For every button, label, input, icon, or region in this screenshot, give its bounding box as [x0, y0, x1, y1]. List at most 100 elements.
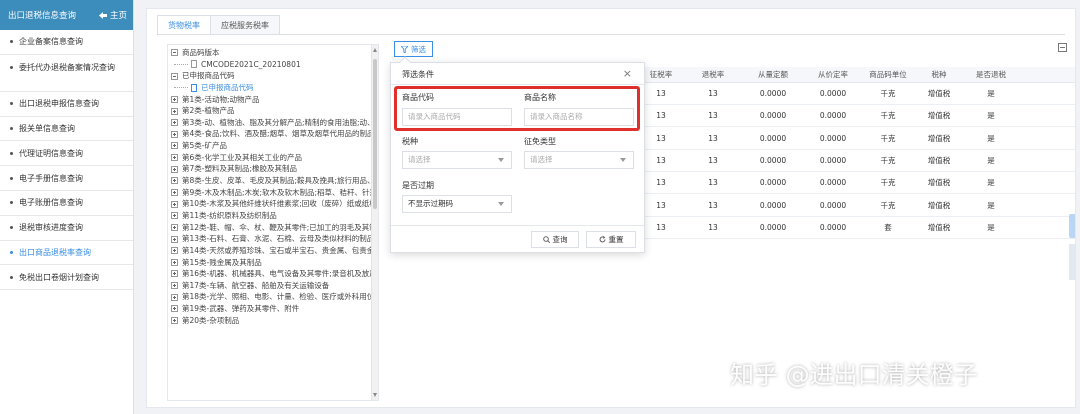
tree-scrollbar[interactable] — [371, 45, 378, 400]
expired-select[interactable]: 不显示过期码 — [402, 195, 512, 213]
funnel-icon — [401, 45, 408, 53]
tree-node[interactable]: 第19类-武器、弹药及其零件、附件 — [168, 303, 373, 315]
tree-node[interactable]: 第5类-矿产品 — [168, 140, 373, 152]
column-header[interactable]: 退税率 — [693, 67, 733, 83]
sidebar-item-declaration-info[interactable]: 出口退税申报信息查询 — [0, 92, 133, 117]
tab-service-rate[interactable]: 应税服务税率 — [210, 15, 280, 34]
table-cell: 13 — [708, 200, 718, 210]
table-cell: 13 — [708, 111, 718, 121]
levy-type-select[interactable]: 请选择 — [524, 151, 634, 169]
expand-icon[interactable] — [171, 200, 178, 208]
export-icon[interactable] — [1058, 43, 1067, 52]
tree-node[interactable]: 第11类-纺织原料及纺织制品 — [168, 210, 373, 222]
tree-node[interactable]: 商品码版本 — [168, 47, 373, 59]
sidebar-item-customs-declaration[interactable]: 报关单信息查询 — [0, 117, 133, 142]
column-header[interactable]: 商品码单位 — [863, 67, 913, 83]
table-cell: 13 — [656, 222, 666, 232]
tree-node-label: 第8类-生皮、皮革、毛皮及其制品;鞍具及挽具;旅行用品、手提包 — [182, 176, 373, 186]
tree-node[interactable]: 第15类-贱金属及其制品 — [168, 257, 373, 269]
expand-icon[interactable] — [171, 107, 178, 115]
expand-icon[interactable] — [171, 130, 178, 138]
scroll-down-icon[interactable] — [373, 393, 377, 397]
expand-icon[interactable] — [171, 212, 178, 220]
tree-node[interactable]: 第14类-天然或养殖珍珠、宝石或半宝石、贵金属、包贵金属 — [168, 245, 373, 257]
home-link[interactable]: 主页 — [98, 9, 127, 21]
sidebar-item-agency-record[interactable]: 委托代办退税备案情况查询 — [0, 55, 133, 92]
expand-icon[interactable] — [171, 247, 178, 255]
sidebar-item-cigarette-plan[interactable]: 免税出口卷烟计划查询 — [0, 265, 133, 291]
tree-node[interactable]: 第17类-车辆、航空器、船舶及有关运输设备 — [168, 280, 373, 292]
tree-node-label: 已申报商品代码 — [182, 71, 235, 81]
tree-node[interactable]: 第16类-机器、机械器具、电气设备及其零件;录音机及放声机 — [168, 268, 373, 280]
expand-icon[interactable] — [171, 142, 178, 150]
expand-icon[interactable] — [171, 119, 178, 127]
tree-node[interactable]: 第20类-杂项制品 — [168, 315, 373, 327]
column-header[interactable]: 从价定率 — [808, 67, 858, 83]
expand-icon[interactable] — [171, 235, 178, 243]
column-header[interactable]: 是否退税 — [966, 67, 1016, 83]
table-cell: 0.0000 — [819, 111, 847, 121]
side-handle[interactable] — [1069, 214, 1075, 238]
expand-icon[interactable] — [171, 317, 178, 325]
column-header[interactable]: 税种 — [914, 67, 964, 83]
tree-node[interactable]: 第2类-植物产品 — [168, 105, 373, 117]
tree-node[interactable]: 第12类-鞋、帽、伞、杖、鞭及其零件;已加工的羽毛及其制品 — [168, 222, 373, 234]
highlight-box — [394, 86, 640, 131]
tree-node-label: 第17类-车辆、航空器、船舶及有关运输设备 — [182, 280, 330, 290]
expand-icon[interactable] — [171, 154, 178, 162]
sidebar-item-review-progress[interactable]: 退税审核进度查询 — [0, 216, 133, 241]
collapse-icon[interactable] — [171, 49, 178, 57]
expand-icon[interactable] — [171, 223, 178, 231]
expand-icon[interactable] — [171, 270, 178, 278]
tree-node[interactable]: 第6类-化学工业及其相关工业的产品 — [168, 152, 373, 164]
expand-icon[interactable] — [171, 165, 178, 173]
tree-node-label: 第12类-鞋、帽、伞、杖、鞭及其零件;已加工的羽毛及其制品 — [182, 222, 373, 232]
tree-node[interactable]: 第13类-石料、石膏、水泥、石棉、云母及类似材料的制品 — [168, 233, 373, 245]
tax-type-select[interactable]: 请选择 — [402, 151, 512, 169]
table-cell: 13 — [656, 133, 666, 143]
sidebar-item-e-account[interactable]: 电子账册信息查询 — [0, 191, 133, 216]
tree-node[interactable]: 第10类-木浆及其他纤维状纤维素浆;回收（废碎）纸或纸板 — [168, 198, 373, 210]
tree-node[interactable]: CMCODE2021C_20210801 — [168, 59, 373, 71]
tree-node[interactable]: 第9类-木及木制品;木炭;软木及软木制品;稻草、秸秆、针茅 — [168, 187, 373, 199]
tree-node[interactable]: 第3类-动、植物油、脂及其分解产品;精制的食用油脂;动、植物蜡 — [168, 117, 373, 129]
table-cell: 增值税 — [927, 178, 951, 188]
tree-node[interactable]: 第7类-塑料及其制品;橡胶及其制品 — [168, 163, 373, 175]
sidebar: 出口退税信息查询 主页 企业备案信息查询 委托代办退税备案情况查询 出口退税申报… — [0, 0, 134, 414]
expand-icon[interactable] — [171, 293, 178, 301]
scroll-up-icon[interactable] — [373, 48, 377, 52]
tree-node[interactable]: 已申报商品代码 — [168, 82, 373, 94]
table-cell: 套 — [884, 222, 892, 232]
bullet-icon — [10, 102, 13, 106]
expand-icon[interactable] — [171, 95, 178, 103]
tree-node[interactable]: 第4类-食品;饮料、酒及醋;烟草、烟草及烟草代用品的制品 — [168, 128, 373, 140]
expand-icon[interactable] — [171, 282, 178, 290]
sidebar-item-label: 电子手册信息查询 — [19, 173, 83, 183]
close-icon[interactable]: × — [623, 67, 632, 80]
column-header[interactable]: 从量定额 — [748, 67, 798, 83]
expand-icon[interactable] — [171, 258, 178, 266]
expand-icon[interactable] — [171, 177, 178, 185]
sidebar-item-e-handbook[interactable]: 电子手册信息查询 — [0, 166, 133, 191]
tree-node[interactable]: 第1类-活动物;动物产品 — [168, 94, 373, 106]
tree-node[interactable]: 第8类-生皮、皮革、毛皮及其制品;鞍具及挽具;旅行用品、手提包 — [168, 175, 373, 187]
sidebar-item-label: 出口商品退税率查询 — [19, 247, 91, 257]
query-button[interactable]: 查询 — [531, 231, 579, 248]
table-cell: 千克 — [880, 89, 896, 98]
sidebar-item-enterprise-record[interactable]: 企业备案信息查询 — [0, 30, 133, 55]
tab-goods-rate[interactable]: 货物税率 — [157, 15, 211, 34]
collapse-icon[interactable] — [171, 72, 178, 80]
table-cell: 0.0000 — [759, 111, 787, 121]
expand-icon[interactable] — [171, 189, 178, 196]
scroll-thumb[interactable] — [373, 59, 377, 209]
sidebar-item-agency-certificate[interactable]: 代理证明信息查询 — [0, 141, 133, 167]
reset-button[interactable]: 重置 — [586, 231, 636, 248]
bullet-icon — [10, 65, 13, 69]
column-header[interactable]: 征税率 — [641, 67, 681, 83]
expand-icon[interactable] — [171, 305, 178, 313]
filter-button[interactable]: 筛选 — [394, 41, 433, 57]
tree-node[interactable]: 已申报商品代码 — [168, 70, 373, 82]
filter-button-label: 筛选 — [411, 44, 426, 54]
tree-node[interactable]: 第18类-光学、照相、电影、计量、检验、医疗或外科用仪器 — [168, 291, 373, 303]
sidebar-item-rebate-rate[interactable]: 出口商品退税率查询 — [0, 241, 133, 266]
